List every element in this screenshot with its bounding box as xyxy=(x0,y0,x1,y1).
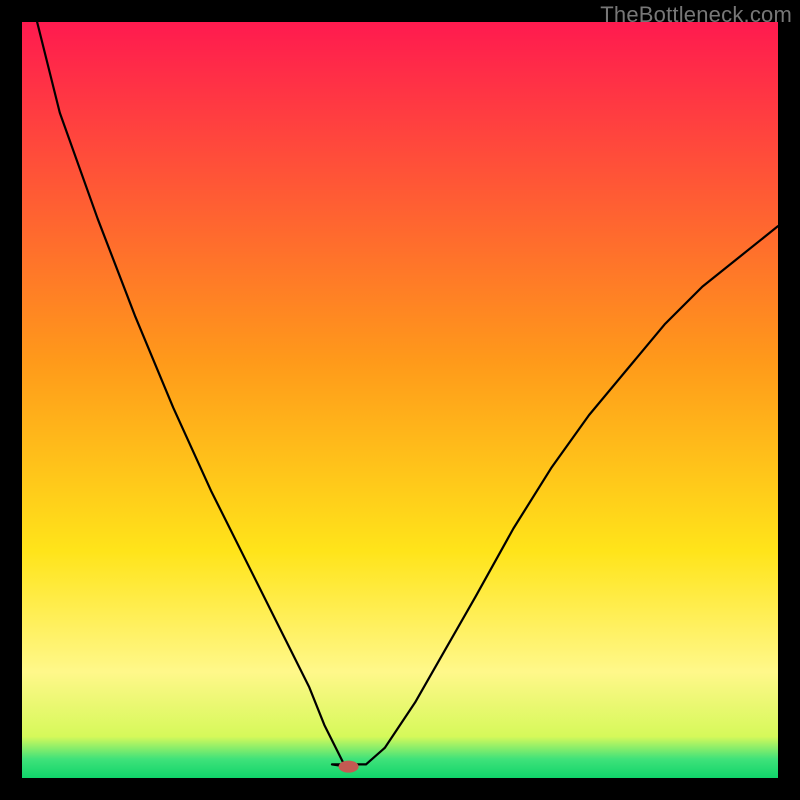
watermark-text: TheBottleneck.com xyxy=(600,2,792,28)
optimum-marker xyxy=(339,761,359,773)
chart-frame xyxy=(22,22,778,778)
gradient-background xyxy=(22,22,778,778)
bottleneck-chart xyxy=(22,22,778,778)
